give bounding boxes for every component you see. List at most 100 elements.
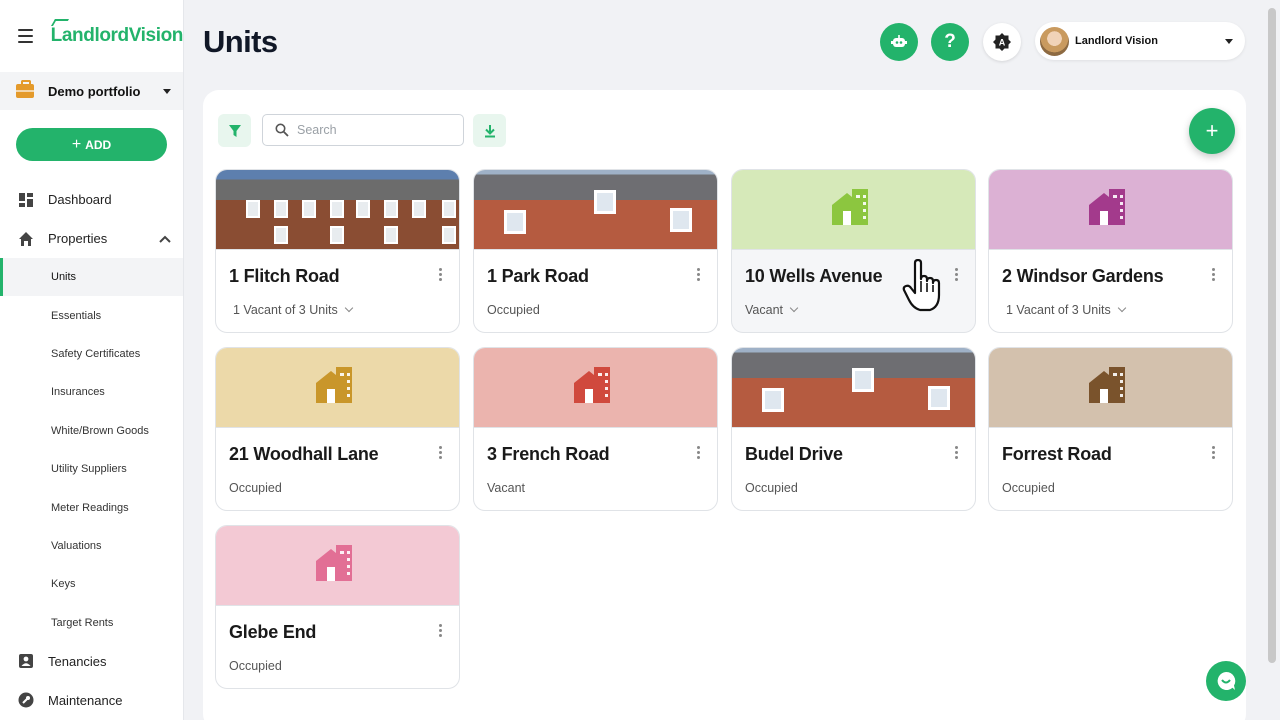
more-options-icon[interactable] <box>697 268 701 281</box>
help-button[interactable]: ? <box>931 23 969 61</box>
property-photo <box>474 170 717 250</box>
sidebar-item-label: Maintenance <box>48 692 123 708</box>
unit-card[interactable]: Glebe End Occupied <box>215 525 460 689</box>
unit-name[interactable]: Budel Drive <box>745 444 843 465</box>
property-photo <box>216 170 459 250</box>
building-icon <box>572 365 620 410</box>
sidebar-nav: Dashboard Properties Units Essentials Sa… <box>0 180 183 720</box>
unit-name[interactable]: Glebe End <box>229 622 316 643</box>
unit-status-label: Occupied <box>487 303 540 317</box>
filter-button[interactable] <box>218 114 251 147</box>
unit-card[interactable]: 21 Woodhall Lane Occupied <box>215 347 460 511</box>
question-mark-icon: ? <box>944 31 956 52</box>
sidebar-item-keys[interactable]: Keys <box>0 565 183 603</box>
chevron-down-icon <box>789 303 799 313</box>
search-icon <box>275 123 289 137</box>
building-icon <box>314 365 362 410</box>
user-menu[interactable]: Landlord Vision <box>1035 22 1245 60</box>
sidebar-item-essentials[interactable]: Essentials <box>0 296 183 334</box>
caret-down-icon <box>1225 38 1233 44</box>
plus-icon: + <box>1205 118 1219 143</box>
property-placeholder <box>732 170 975 250</box>
support-chat-button[interactable] <box>1206 661 1246 701</box>
unit-name[interactable]: 2 Windsor Gardens <box>1002 266 1164 287</box>
brightness-auto-icon: A <box>993 33 1011 51</box>
unit-status-label: 1 Vacant of 3 Units <box>233 303 338 317</box>
more-options-icon[interactable] <box>1212 268 1216 281</box>
unit-name[interactable]: Forrest Road <box>1002 444 1112 465</box>
unit-card[interactable]: 1 Flitch Road 1 Vacant of 3 Units <box>215 169 460 333</box>
unit-card[interactable]: 1 Park Road Occupied <box>473 169 718 333</box>
chevron-up-icon <box>159 231 171 246</box>
sidebar-item-dashboard[interactable]: Dashboard <box>0 180 183 219</box>
unit-status: Vacant <box>487 481 525 495</box>
property-placeholder <box>216 348 459 428</box>
unit-status[interactable]: 1 Vacant of 3 Units <box>233 303 353 317</box>
assistant-bot-button[interactable] <box>880 23 918 61</box>
unit-status-label: Occupied <box>1002 481 1055 495</box>
add-button-label: ADD <box>85 137 112 152</box>
sidebar-item-tenancies[interactable]: Tenancies <box>0 642 183 681</box>
unit-name[interactable]: 1 Flitch Road <box>229 266 340 287</box>
building-icon <box>314 543 362 588</box>
page-title: Units <box>203 24 278 59</box>
page-scrollbar[interactable] <box>1268 8 1276 663</box>
sidebar-item-maintenance[interactable]: Maintenance <box>0 681 183 720</box>
sidebar-item-units[interactable]: Units <box>0 258 183 297</box>
unit-card[interactable]: Budel Drive Occupied <box>731 347 976 511</box>
search-input[interactable] <box>297 123 447 137</box>
hand-cursor-icon <box>902 259 941 312</box>
sidebar-item-utility-suppliers[interactable]: Utility Suppliers <box>0 450 183 488</box>
add-unit-fab[interactable]: + <box>1189 108 1235 154</box>
search-box <box>262 114 464 146</box>
home-icon <box>18 231 34 247</box>
unit-status-label: Occupied <box>745 481 798 495</box>
unit-status-label: Vacant <box>487 481 525 495</box>
sidebar-item-insurances[interactable]: Insurances <box>0 373 183 411</box>
sidebar-item-target-rents[interactable]: Target Rents <box>0 604 183 642</box>
property-photo <box>732 348 975 428</box>
unit-name[interactable]: 3 French Road <box>487 444 610 465</box>
chevron-down-icon <box>1117 303 1126 313</box>
more-options-icon[interactable] <box>697 446 701 459</box>
avatar <box>1040 26 1069 56</box>
more-options-icon[interactable] <box>955 268 959 281</box>
more-options-icon[interactable] <box>439 624 443 637</box>
download-icon <box>484 124 495 137</box>
sidebar-item-white-brown-goods[interactable]: White/Brown Goods <box>0 412 183 450</box>
more-options-icon[interactable] <box>955 446 959 459</box>
unit-card[interactable]: 2 Windsor Gardens 1 Vacant of 3 Units <box>988 169 1233 333</box>
contact-card-icon <box>18 653 34 669</box>
sidebar: LandlordVision Demo portfolio + ADD Dash… <box>0 0 184 720</box>
unit-name[interactable]: 21 Woodhall Lane <box>229 444 379 465</box>
unit-status: Occupied <box>229 481 282 495</box>
more-options-icon[interactable] <box>439 446 443 459</box>
sidebar-item-safety-certificates[interactable]: Safety Certificates <box>0 335 183 373</box>
add-button[interactable]: + ADD <box>16 128 167 161</box>
unit-status[interactable]: 1 Vacant of 3 Units <box>1006 303 1126 317</box>
unit-status-label: 1 Vacant of 3 Units <box>1006 303 1111 317</box>
unit-card[interactable]: Forrest Road Occupied <box>988 347 1233 511</box>
app-logo[interactable]: LandlordVision <box>50 19 183 47</box>
unit-status: Occupied <box>229 659 282 673</box>
portfolio-selector[interactable]: Demo portfolio <box>0 72 183 110</box>
plus-icon: + <box>71 135 82 153</box>
theme-toggle-button[interactable]: A <box>983 23 1021 61</box>
unit-name[interactable]: 1 Park Road <box>487 266 589 287</box>
unit-card[interactable]: 3 French Road Vacant <box>473 347 718 511</box>
sidebar-item-meter-readings[interactable]: Meter Readings <box>0 488 183 526</box>
sidebar-item-properties[interactable]: Properties <box>0 219 183 258</box>
property-placeholder <box>989 348 1232 428</box>
property-placeholder <box>989 170 1232 250</box>
more-options-icon[interactable] <box>1212 446 1216 459</box>
unit-name[interactable]: 10 Wells Avenue <box>745 266 883 287</box>
menu-icon[interactable] <box>18 29 33 43</box>
unit-status[interactable]: Vacant <box>745 303 799 317</box>
building-icon <box>830 187 878 232</box>
unit-status-label: Occupied <box>229 659 282 673</box>
sidebar-item-label: Tenancies <box>48 653 107 669</box>
unit-status-label: Vacant <box>745 303 783 317</box>
more-options-icon[interactable] <box>439 268 443 281</box>
download-button[interactable] <box>473 114 506 147</box>
sidebar-item-valuations[interactable]: Valuations <box>0 527 183 565</box>
